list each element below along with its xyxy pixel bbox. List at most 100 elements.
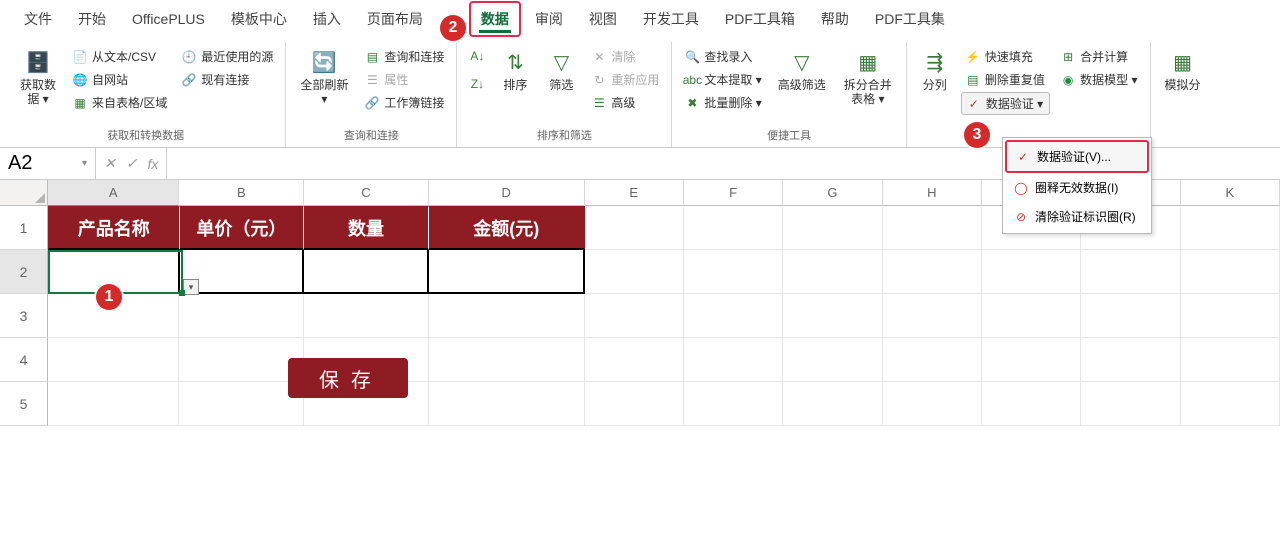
cell[interactable] [429,250,585,294]
cell[interactable] [982,382,1081,426]
cell[interactable] [883,294,982,338]
cell[interactable] [1081,250,1180,294]
cell[interactable] [982,250,1081,294]
cell[interactable] [48,338,179,382]
cell[interactable] [684,294,783,338]
cell[interactable] [429,382,585,426]
tab-insert[interactable]: 插入 [301,1,353,37]
col-header[interactable]: K [1181,180,1280,206]
adv-filter-button[interactable]: ▽ 高级筛选 [772,46,832,94]
flash-fill-button[interactable]: ⚡快速填充 [961,46,1050,67]
tab-data[interactable]: 数据 [469,1,521,37]
cell[interactable] [883,206,982,250]
tab-pagelayout[interactable]: 页面布局 [355,1,435,37]
table-header[interactable]: 数量 [304,206,429,250]
cell[interactable] [783,206,882,250]
get-data-button[interactable]: 🗄️ 获取数 据 ▾ [14,46,62,108]
cell[interactable] [585,338,684,382]
cell[interactable] [304,250,429,294]
table-header[interactable]: 单价（元） [180,206,305,250]
sort-button[interactable]: ⇅ 排序 [495,46,535,94]
row-header[interactable]: 1 [0,206,48,250]
workbook-links-button[interactable]: 🔗工作簿链接 [360,92,448,113]
cell-dropdown-handle[interactable]: ▾ [183,279,199,295]
col-header[interactable]: F [684,180,783,206]
filter-button[interactable]: ▽ 筛选 [541,46,581,94]
cell[interactable] [883,382,982,426]
tab-file[interactable]: 文件 [12,1,64,37]
refresh-all-button[interactable]: 🔄 全部刷新 ▾ [294,46,354,108]
split-merge-button[interactable]: ▦ 拆分合并 表格 ▾ [838,46,898,108]
select-all-corner[interactable] [0,180,48,206]
cell[interactable] [1081,382,1180,426]
cell[interactable] [179,338,304,382]
cell[interactable] [684,382,783,426]
data-validation-button[interactable]: ✓ 数据验证 ▾ [961,92,1050,115]
fx-icon[interactable]: fx [147,156,158,172]
cell[interactable] [585,206,684,250]
col-header[interactable]: E [585,180,684,206]
col-header[interactable]: G [783,180,882,206]
from-web-button[interactable]: 🌐自网站 [68,69,171,90]
cell[interactable] [1181,250,1280,294]
table-header[interactable]: 产品名称 [48,206,180,250]
tab-developer[interactable]: 开发工具 [631,1,711,37]
cell[interactable] [48,382,179,426]
cell[interactable] [304,294,429,338]
col-header[interactable]: D [429,180,585,206]
row-header[interactable]: 4 [0,338,48,382]
cell[interactable] [585,294,684,338]
cell[interactable] [684,206,783,250]
remove-dupes-button[interactable]: ▤删除重复值 [961,69,1050,90]
cell[interactable] [783,382,882,426]
cell[interactable] [179,294,304,338]
tab-officeplus[interactable]: OfficePLUS [120,3,217,35]
whatif-button[interactable]: ▦ 模拟分 [1159,46,1207,94]
row-header[interactable]: 3 [0,294,48,338]
batch-delete-button[interactable]: ✖批量删除 ▾ [680,92,765,113]
dv-menu-clear[interactable]: ⊘ 清除验证标识圈(R) [1005,202,1149,231]
cell[interactable] [429,294,585,338]
save-button[interactable]: 保存 [288,358,408,398]
tab-help[interactable]: 帮助 [809,1,861,37]
cell[interactable] [982,338,1081,382]
text-to-columns-button[interactable]: ⇶ 分列 [915,46,955,94]
dv-menu-circle[interactable]: ◯ 圈释无效数据(I) [1005,173,1149,202]
dv-menu-validation[interactable]: ✓ 数据验证(V)... [1005,140,1149,173]
table-header[interactable]: 金额(元) [429,206,585,250]
row-header[interactable]: 5 [0,382,48,426]
queries-conn-button[interactable]: ▤查询和连接 [360,46,448,67]
sort-desc-button[interactable]: Z↓ [465,74,489,94]
tab-pdftools[interactable]: PDF工具集 [863,1,957,37]
cell[interactable] [783,338,882,382]
cell[interactable] [585,250,684,294]
cell[interactable] [684,338,783,382]
sort-asc-button[interactable]: A↓ [465,46,489,66]
tab-view[interactable]: 视图 [577,1,629,37]
col-header[interactable]: H [883,180,982,206]
tab-home[interactable]: 开始 [66,1,118,37]
cell[interactable] [982,294,1081,338]
cell[interactable] [1181,338,1280,382]
cell[interactable] [684,250,783,294]
consolidate-button[interactable]: ⊞合并计算 [1056,46,1141,67]
cell[interactable] [883,250,982,294]
cell[interactable] [179,382,304,426]
cell[interactable] [1081,338,1180,382]
cell[interactable] [585,382,684,426]
find-import-button[interactable]: 🔍查找录入 [680,46,765,67]
row-header[interactable]: 2 [0,250,48,294]
tab-template[interactable]: 模板中心 [219,1,299,37]
col-header[interactable]: B [179,180,304,206]
cell[interactable] [783,294,882,338]
col-header[interactable]: C [304,180,429,206]
cell[interactable] [1181,382,1280,426]
recent-sources-button[interactable]: 🕘最近使用的源 [177,46,277,67]
cell[interactable] [1181,294,1280,338]
cell[interactable] [429,338,585,382]
cell[interactable] [1081,294,1180,338]
name-box[interactable]: A2 ▾ [0,148,96,179]
cell[interactable] [1181,206,1280,250]
tab-review[interactable]: 审阅 [523,1,575,37]
advanced-filter-button[interactable]: ☰高级 [587,92,663,113]
